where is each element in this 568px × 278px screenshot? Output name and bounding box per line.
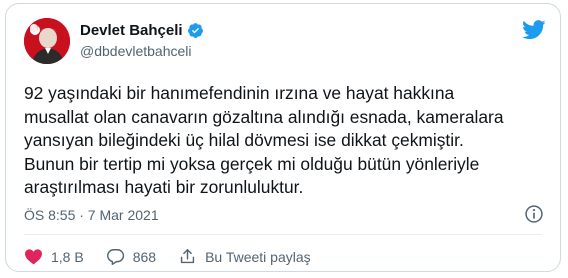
info-icon[interactable] [524, 204, 544, 224]
tweet-timestamp[interactable]: ÖS 8:55 · 7 Mar 2021 [24, 207, 159, 223]
author-name-row[interactable]: Devlet Bahçeli [80, 22, 204, 39]
twitter-logo-icon[interactable] [522, 20, 546, 40]
avatar-photo [24, 18, 70, 64]
reply-count: 868 [132, 248, 157, 265]
share-label: Bu Tweeti paylaş [205, 248, 311, 265]
avatar[interactable] [24, 18, 70, 64]
tweet-line: araştırılması hayati bir zorunluluktur. [24, 177, 304, 198]
tweet-line: yansıyan bileğindeki üç hilal dövmesi is… [24, 130, 464, 151]
heart-icon [25, 249, 42, 265]
tweet-line: musallat olan canavarın gözaltına alındı… [24, 106, 504, 127]
divider [24, 234, 542, 235]
tweet-text: 92 yaşındaki bir hanımefendinin ırzına v… [24, 82, 544, 200]
like-button[interactable]: 1,8 B [24, 247, 84, 266]
tweet-card[interactable]: Devlet Bahçeli @dbdevletbahceli 92 yaşın… [5, 3, 561, 272]
like-count: 1,8 B [51, 248, 84, 265]
share-button[interactable]: Bu Tweeti paylaş [178, 247, 311, 266]
author-name[interactable]: Devlet Bahçeli [80, 22, 183, 39]
verified-badge-icon [187, 23, 203, 38]
author-handle[interactable]: @dbdevletbahceli [80, 43, 192, 59]
share-icon [180, 249, 195, 264]
tweet-actions: 1,8 B 868 Bu Tweeti paylaş [24, 247, 333, 266]
tweet-line: Bunun bir tertip mi yoksa gerçek mi oldu… [24, 153, 480, 174]
reply-icon [106, 249, 124, 265]
tweet-line: 92 yaşındaki bir hanımefendinin ırzına v… [24, 83, 455, 103]
reply-button[interactable]: 868 [106, 247, 156, 266]
